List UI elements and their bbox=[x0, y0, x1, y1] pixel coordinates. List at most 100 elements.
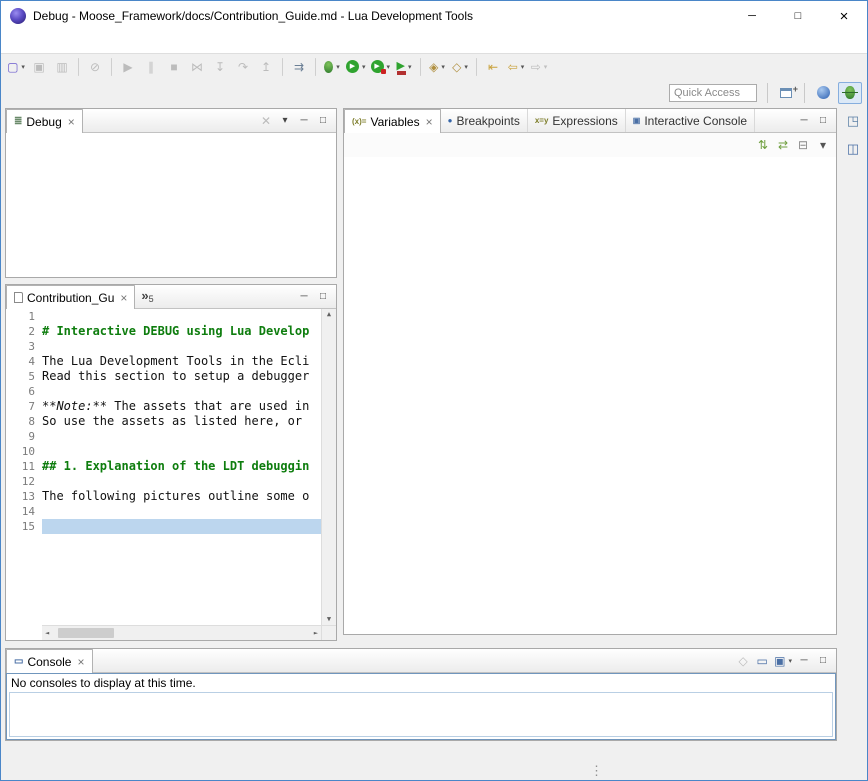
menu-item[interactable] bbox=[82, 39, 98, 45]
external-tools-button[interactable]: ▶ bbox=[393, 56, 415, 78]
code-line[interactable] bbox=[42, 429, 321, 444]
close-button[interactable]: × bbox=[821, 1, 867, 31]
open-element-button[interactable]: ◈ bbox=[426, 56, 448, 78]
suspend-button[interactable]: ∥ bbox=[140, 56, 162, 78]
line-number[interactable]: 13 bbox=[6, 489, 42, 504]
close-icon[interactable]: × bbox=[426, 116, 433, 128]
tab-debug[interactable]: ≣ Debug × bbox=[6, 109, 83, 133]
minimize-view-button[interactable]: ─ bbox=[295, 112, 313, 130]
tab-breakpoints[interactable]: ● Breakpoints bbox=[441, 109, 528, 132]
minimize-view-button[interactable]: ─ bbox=[795, 112, 813, 130]
code-line[interactable] bbox=[42, 384, 321, 399]
skip-all-breakpoints-button[interactable]: ⊘ bbox=[84, 56, 106, 78]
minimize-view-button[interactable]: ─ bbox=[295, 288, 313, 306]
save-button[interactable]: ▣ bbox=[28, 56, 50, 78]
code-line[interactable]: The Lua Development Tools in the Ecli bbox=[42, 354, 321, 369]
scroll-up-icon[interactable]: ▲ bbox=[327, 311, 331, 318]
debug-content[interactable] bbox=[6, 133, 336, 277]
line-number[interactable]: 14 bbox=[6, 504, 42, 519]
tab-contribution-guide[interactable]: Contribution_Gu × bbox=[6, 285, 135, 309]
maximize-button[interactable]: □ bbox=[775, 1, 821, 31]
menu-item[interactable] bbox=[114, 39, 130, 45]
tab-console[interactable]: ▭ Console × bbox=[6, 649, 93, 673]
show-logical-structures-button[interactable]: ⇄ bbox=[773, 135, 793, 155]
tab-expressions[interactable]: x=y Expressions bbox=[528, 109, 626, 132]
tab-interactive-console[interactable]: ▣ Interactive Console bbox=[626, 109, 755, 132]
line-number[interactable]: 12 bbox=[6, 474, 42, 489]
line-number[interactable]: 7 bbox=[6, 399, 42, 414]
code-line[interactable]: # Interactive DEBUG using Lua Develop bbox=[42, 324, 321, 339]
step-into-button[interactable]: ↧ bbox=[209, 56, 231, 78]
scroll-right-icon[interactable]: ► bbox=[314, 630, 318, 637]
debug-button[interactable] bbox=[321, 56, 343, 78]
menu-item[interactable] bbox=[50, 39, 66, 45]
tab-variables[interactable]: (x)= Variables × bbox=[344, 109, 441, 133]
code-line[interactable]: Read this section to setup a debugger bbox=[42, 369, 321, 384]
line-number[interactable]: 10 bbox=[6, 444, 42, 459]
quick-access-input[interactable]: Quick Access bbox=[669, 84, 757, 102]
pin-console-button[interactable]: ◇ bbox=[734, 652, 752, 670]
line-number[interactable]: 4 bbox=[6, 354, 42, 369]
menu-item[interactable] bbox=[2, 39, 18, 45]
resize-grip-icon[interactable]: ⋮ bbox=[590, 764, 603, 777]
vertical-scrollbar[interactable]: ▲ ▼ bbox=[321, 309, 336, 625]
code-line[interactable] bbox=[42, 309, 321, 324]
collapse-all-button[interactable]: ⊟ bbox=[793, 135, 813, 155]
open-console-button[interactable]: ▣ bbox=[772, 652, 794, 670]
line-number-ruler[interactable]: 123456789101112131415 bbox=[6, 309, 42, 625]
menu-item[interactable] bbox=[18, 39, 34, 45]
minimized-view-button[interactable]: ◫ bbox=[843, 138, 863, 158]
code-line[interactable]: **Note:** The assets that are used in bbox=[42, 399, 321, 414]
disconnect-button[interactable]: ⋈ bbox=[186, 56, 208, 78]
horizontal-scrollbar[interactable]: ◄ ► bbox=[42, 625, 321, 640]
scroll-left-icon[interactable]: ◄ bbox=[45, 630, 49, 637]
title-bar[interactable]: Debug - Moose_Framework/docs/Contributio… bbox=[1, 1, 867, 31]
view-menu-button[interactable]: ▾ bbox=[276, 112, 294, 130]
code-line[interactable] bbox=[42, 504, 321, 519]
open-perspective-button[interactable] bbox=[774, 82, 798, 104]
use-step-filters-button[interactable]: ⇉ bbox=[288, 56, 310, 78]
line-number[interactable]: 9 bbox=[6, 429, 42, 444]
line-number[interactable]: 3 bbox=[6, 339, 42, 354]
code-line[interactable] bbox=[42, 444, 321, 459]
close-icon[interactable]: × bbox=[68, 116, 75, 128]
maximize-view-button[interactable]: □ bbox=[814, 652, 832, 670]
line-number[interactable]: 2 bbox=[6, 324, 42, 339]
line-number[interactable]: 1 bbox=[6, 309, 42, 324]
menu-item[interactable] bbox=[34, 39, 50, 45]
step-return-button[interactable]: ↥ bbox=[255, 56, 277, 78]
minimize-button[interactable]: ─ bbox=[729, 1, 775, 31]
code-line[interactable]: ## 1. Explanation of the LDT debuggin bbox=[42, 459, 321, 474]
minimize-view-button[interactable]: ─ bbox=[795, 652, 813, 670]
code-line[interactable]: So use the assets as listed here, or bbox=[42, 414, 321, 429]
close-icon[interactable]: × bbox=[120, 292, 127, 304]
maximize-view-button[interactable]: □ bbox=[814, 112, 832, 130]
close-icon[interactable]: × bbox=[77, 656, 84, 668]
remove-terminated-button[interactable]: ✕ bbox=[257, 112, 275, 130]
variables-content[interactable] bbox=[344, 157, 836, 634]
hidden-tabs-indicator[interactable]: »5 bbox=[135, 289, 159, 304]
code-line[interactable] bbox=[42, 519, 321, 534]
new-wizard-button[interactable]: ▢ bbox=[5, 56, 27, 78]
display-selected-console-button[interactable]: ▭ bbox=[753, 652, 771, 670]
code-line[interactable]: The following pictures outline some o bbox=[42, 489, 321, 504]
run-button[interactable]: ▶ bbox=[344, 56, 368, 78]
maximize-view-button[interactable]: □ bbox=[314, 288, 332, 306]
line-number[interactable]: 15 bbox=[6, 519, 42, 534]
line-number[interactable]: 8 bbox=[6, 414, 42, 429]
line-number[interactable]: 5 bbox=[6, 369, 42, 384]
code-line[interactable] bbox=[42, 474, 321, 489]
debug-perspective-button[interactable] bbox=[838, 82, 862, 104]
scroll-down-icon[interactable]: ▼ bbox=[327, 616, 331, 623]
step-over-button[interactable]: ↷ bbox=[232, 56, 254, 78]
menu-item[interactable] bbox=[98, 39, 114, 45]
restore-minimized-views-button[interactable]: ◳ bbox=[843, 110, 863, 130]
code-area[interactable]: # Interactive DEBUG using Lua Develop The… bbox=[42, 309, 321, 625]
coverage-button[interactable]: ▶ bbox=[369, 56, 393, 78]
resume-button[interactable]: ▶ bbox=[117, 56, 139, 78]
back-button[interactable]: ⇦ bbox=[505, 56, 527, 78]
view-menu-button[interactable]: ▾ bbox=[813, 135, 833, 155]
scrollbar-thumb[interactable] bbox=[58, 628, 114, 638]
maximize-view-button[interactable]: □ bbox=[314, 112, 332, 130]
save-all-button[interactable]: ▥ bbox=[51, 56, 73, 78]
